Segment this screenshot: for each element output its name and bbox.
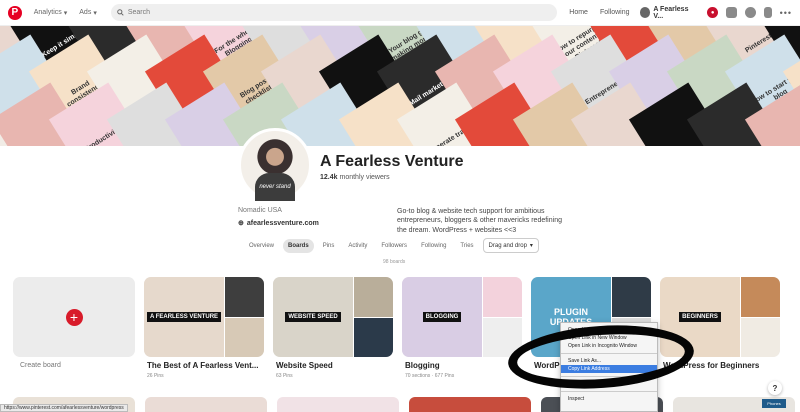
drag-label: Drag and drop bbox=[488, 242, 527, 249]
board-title[interactable]: Website Speed bbox=[276, 361, 333, 370]
status-bar-url: https://www.pinterest.com/afearlessventu… bbox=[0, 404, 128, 412]
board-card[interactable] bbox=[277, 397, 399, 412]
tab-activity[interactable]: Activity bbox=[343, 239, 372, 253]
avatar-shirt-text: never stand bbox=[255, 173, 295, 201]
create-board-label: Create board bbox=[20, 362, 61, 369]
home-link[interactable]: Home bbox=[569, 9, 588, 16]
ads-menu[interactable]: Ads ▾ bbox=[79, 9, 97, 17]
analytics-menu[interactable]: Analytics ▾ bbox=[34, 9, 68, 17]
board-card[interactable]: WEBSITE SPEED bbox=[273, 277, 393, 357]
drag-and-drop-select[interactable]: Drag and drop ▾ bbox=[482, 238, 539, 253]
profile-avatar: never stand bbox=[238, 128, 312, 202]
messages-icon[interactable] bbox=[726, 7, 737, 18]
board-card[interactable] bbox=[145, 397, 267, 412]
tab-followers[interactable]: Followers bbox=[376, 239, 412, 253]
profile-location: Nomadic USA bbox=[238, 207, 282, 214]
tab-overview[interactable]: Overview bbox=[244, 239, 279, 253]
board-pin-count: 63 Pins bbox=[276, 373, 293, 379]
chevron-down-icon: ▾ bbox=[529, 243, 533, 249]
ads-label: Ads bbox=[79, 9, 92, 16]
search-input[interactable]: Search bbox=[110, 4, 558, 21]
monthly-viewers: 12.4k monthly viewers bbox=[320, 174, 390, 181]
more-options-icon[interactable]: ••• bbox=[780, 8, 792, 18]
chevron-down-icon: ▾ bbox=[63, 9, 68, 17]
notification-badge-icon[interactable]: ● bbox=[707, 7, 719, 18]
tab-boards[interactable]: Boards bbox=[283, 238, 314, 253]
profile-website[interactable]: ⊕ afearlessventure.com bbox=[238, 219, 319, 228]
following-link[interactable]: Following bbox=[600, 9, 630, 16]
profile-cover: Keep it simple For the whole Blogging Your… bbox=[0, 26, 800, 146]
board-card[interactable]: BLOGGING bbox=[402, 277, 522, 357]
website-label: afearlessventure.com bbox=[246, 219, 319, 227]
chevron-down-icon: ▾ bbox=[93, 9, 97, 17]
board-card[interactable] bbox=[409, 397, 531, 412]
board-art-label: BEGINNERS bbox=[679, 312, 721, 322]
notifications-icon[interactable] bbox=[744, 7, 756, 18]
board-title[interactable]: The Best of A Fearless Vent... bbox=[147, 361, 258, 370]
menu-divider bbox=[561, 391, 657, 392]
help-button[interactable]: ? bbox=[768, 381, 782, 395]
board-count: 98 boards bbox=[383, 259, 406, 265]
board-pin-count: 70 sections · 677 Pins bbox=[405, 373, 455, 379]
search-icon bbox=[117, 9, 124, 16]
create-board-card[interactable]: + bbox=[13, 277, 135, 357]
pinterest-logo-icon[interactable]: P bbox=[8, 5, 22, 20]
profile-link[interactable]: A Fearless V... bbox=[639, 5, 700, 20]
globe-icon: ⊕ bbox=[238, 220, 244, 227]
search-placeholder: Search bbox=[127, 9, 151, 16]
profile-name-label: A Fearless V... bbox=[653, 5, 689, 20]
profile-tabs: Overview Boards Pins Activity Followers … bbox=[244, 238, 539, 253]
tab-following[interactable]: Following bbox=[416, 239, 451, 253]
board-art-label: BLOGGING bbox=[422, 312, 462, 322]
board-art-label: WEBSITE SPEED bbox=[285, 312, 341, 322]
plus-icon: + bbox=[65, 308, 83, 326]
top-nav: P Analytics ▾ Ads ▾ Search Home Following … bbox=[0, 0, 800, 26]
viewers-count: 12.4k bbox=[320, 174, 338, 181]
viewers-label: monthly viewers bbox=[339, 174, 390, 181]
menu-item-inspect[interactable]: Inspect bbox=[561, 395, 657, 403]
board-title[interactable]: Blogging bbox=[405, 361, 440, 370]
user-avatar bbox=[639, 7, 651, 18]
board-card[interactable]: A FEARLESS VENTURE bbox=[144, 277, 264, 357]
board-pin-count: 26 Pins bbox=[147, 373, 164, 379]
analytics-label: Analytics bbox=[33, 9, 62, 16]
board-art-label: A FEARLESS VENTURE bbox=[146, 312, 222, 322]
profile-bio: Go-to blog & website tech support for am… bbox=[397, 208, 562, 234]
pin-icon[interactable] bbox=[763, 7, 772, 18]
phones-badge: Phones bbox=[762, 399, 786, 408]
tab-tries[interactable]: Tries bbox=[455, 239, 478, 253]
tab-pins[interactable]: Pins bbox=[318, 239, 340, 253]
profile-name: A Fearless Venture bbox=[320, 153, 464, 170]
